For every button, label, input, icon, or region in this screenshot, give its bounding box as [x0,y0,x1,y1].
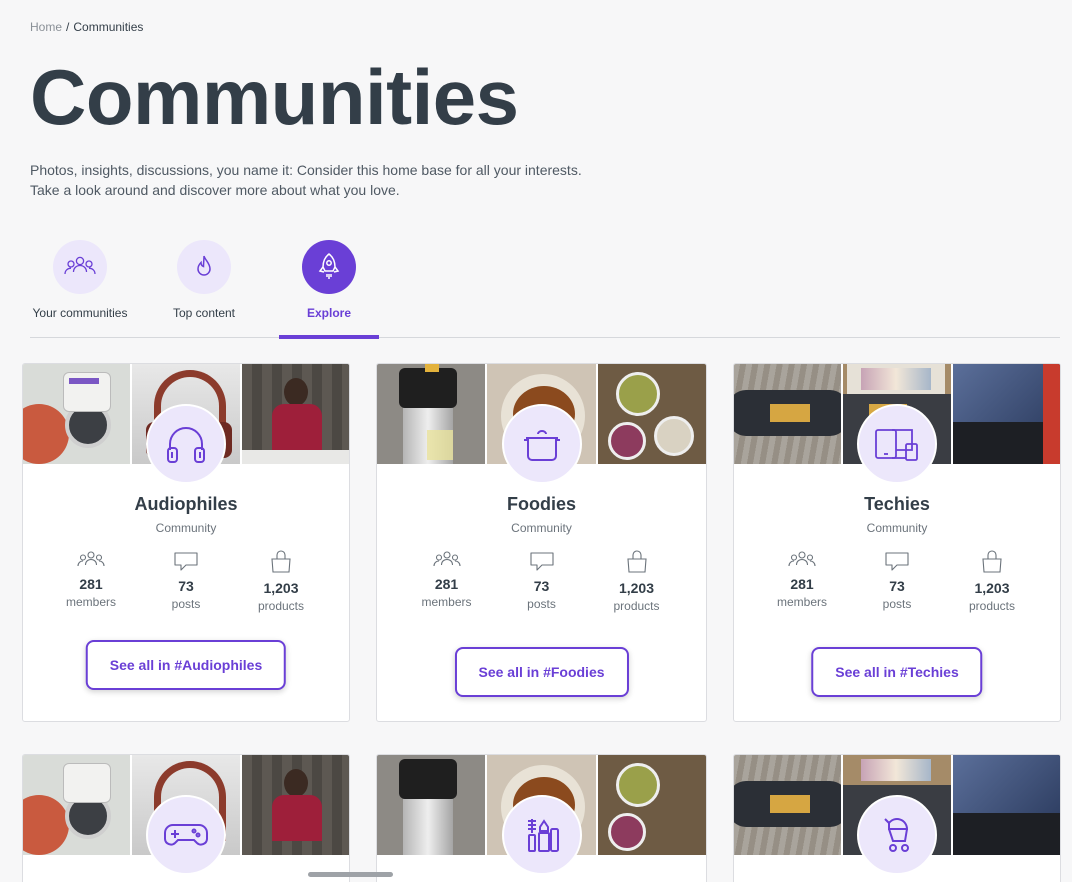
page-intro: Photos, insights, discussions, you name … [30,160,582,200]
gamepad-icon [146,795,226,875]
community-stats: 281 members 73 posts 1,203 products [377,550,706,613]
tab-explore[interactable]: Explore [279,240,379,338]
stat-members: 281 members [44,550,139,613]
see-all-foodies-button[interactable]: See all in #Foodies [454,647,629,697]
stat-products: 1,203 products [589,550,684,613]
tab-top-content-label: Top content [172,306,236,320]
breadcrumb-separator: / [66,20,70,34]
community-type: Community [511,521,572,535]
see-all-audiophiles-button[interactable]: See all in #Audiophiles [85,640,287,690]
tab-your-communities-label: Your communities [32,306,128,320]
community-card-audiophiles: Audiophiles Community 281 members 73 pos… [22,363,350,722]
banner-photo-person [239,364,349,464]
members-label: members [421,595,472,609]
posts-count: 73 [889,578,905,594]
banner-photo-fitness-band [734,364,842,464]
community-name: Foodies [506,494,576,514]
headphones-icon [146,404,226,484]
stat-products: 1,203 products [234,550,329,613]
stat-posts: 73 posts [139,550,234,613]
banner-photo-laptop [950,364,1060,464]
shopping-bag-icon [271,550,291,573]
stat-posts: 73 posts [494,550,589,613]
members-icon [432,551,461,567]
banner-photo-salads [595,364,706,464]
banner-photo-headphones [23,755,131,855]
community-type: Community [866,521,928,535]
breadcrumb-current: Communities [73,20,144,34]
speech-bubble-icon [529,552,554,571]
stat-members: 281 members [399,550,494,613]
products-label: products [257,599,305,613]
banner-photo-person [239,755,349,855]
members-count: 281 [790,576,814,592]
posts-label: posts [171,597,201,611]
shopping-bag-icon [626,550,647,573]
members-label: members [65,595,116,609]
speech-bubble-icon [885,552,909,571]
posts-label: posts [882,597,912,611]
community-stats: 281 members 73 posts 1,203 products [734,550,1060,613]
breadcrumb: Home / Communities [30,20,143,34]
community-card-parents [733,754,1061,882]
flame-icon [177,240,231,294]
products-count: 1,203 [618,580,655,596]
stat-members: 281 members [755,550,850,613]
community-card-foodies: Foodies Community 281 members 73 posts 1… [376,363,707,722]
banner-photo-salads [595,755,706,855]
community-stats: 281 members 73 posts 1,203 products [23,550,349,613]
banner-photo-juicer [377,364,486,464]
products-label: products [968,599,1016,613]
stroller-icon [857,795,937,875]
intro-line-2: Take a look around and discover more abo… [30,182,400,198]
tab-your-communities[interactable]: Your communities [30,240,130,338]
people-icon [53,240,107,294]
members-icon [77,551,105,567]
stat-products: 1,203 products [945,550,1040,613]
products-count: 1,203 [263,580,299,596]
horizontal-scrollbar[interactable] [308,872,393,877]
rocket-icon [302,240,356,294]
posts-label: posts [527,597,556,611]
page-title: Communities [30,53,519,141]
community-type: Community [155,521,217,535]
community-name: Techies [864,494,930,514]
tab-explore-label: Explore [306,306,351,320]
banner-photo-fitness-band [734,755,842,855]
community-name: Audiophiles [134,494,238,514]
community-card-techies: Techies Community 281 members 73 posts 1… [733,363,1061,722]
intro-line-1: Photos, insights, discussions, you name … [30,162,582,178]
members-label: members [776,595,827,609]
community-card-gamers [22,754,350,882]
members-count: 281 [434,576,459,592]
members-count: 281 [79,576,103,592]
community-card-beauty [376,754,707,882]
members-icon [788,551,816,567]
products-label: products [613,599,660,613]
shopping-bag-icon [982,550,1002,573]
banner-photo-laptop [950,755,1060,855]
cooking-pot-icon [501,404,582,484]
community-tabs: Your communities Top content Explore [30,240,1060,339]
speech-bubble-icon [174,552,198,571]
products-count: 1,203 [974,580,1010,596]
banner-photo-juicer [377,755,486,855]
stat-posts: 73 posts [850,550,945,613]
see-all-techies-button[interactable]: See all in #Techies [811,647,983,697]
makeup-icon [501,795,582,875]
posts-count: 73 [178,578,194,594]
active-tab-indicator [279,335,379,339]
tab-top-content[interactable]: Top content [154,240,254,338]
banner-photo-headphones [23,364,131,464]
devices-icon [857,404,937,484]
breadcrumb-home-link[interactable]: Home [30,20,62,34]
posts-count: 73 [533,578,550,594]
